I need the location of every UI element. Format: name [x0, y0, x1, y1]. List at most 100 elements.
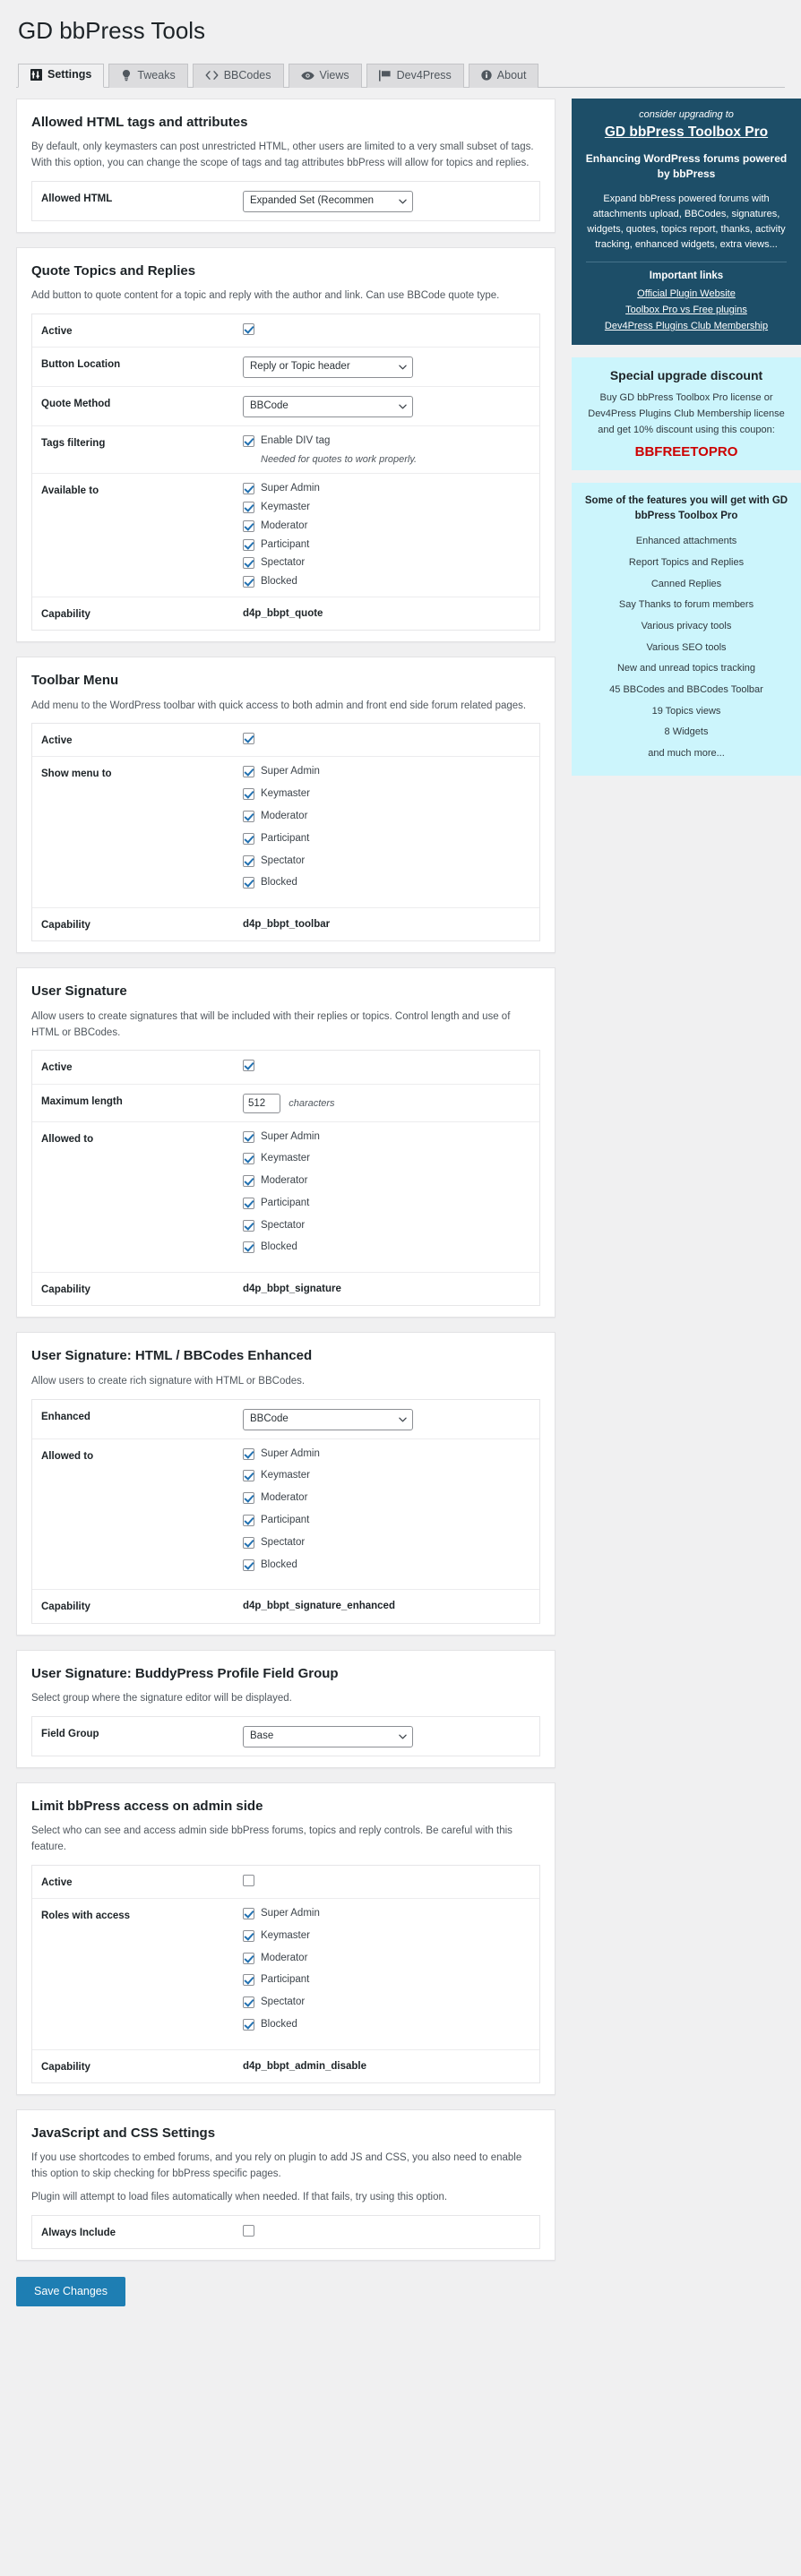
field-label: Capability [41, 2061, 90, 2073]
always-include-checkbox[interactable] [243, 2224, 254, 2237]
enable-div-tag-checkbox[interactable] [243, 435, 254, 448]
limit-active-checkbox[interactable] [243, 1875, 254, 1886]
role-checkbox[interactable] [243, 1974, 254, 1987]
role-option-spectator[interactable]: Spectator [243, 557, 530, 570]
role-option-super-admin[interactable]: Super Admin [243, 766, 530, 778]
promo-link-official-website[interactable]: Official Plugin Website [584, 286, 788, 302]
panel-allowed-html: Allowed HTML tags and attributes By defa… [16, 98, 556, 233]
role-checkbox[interactable] [243, 854, 254, 867]
role-checkbox[interactable] [243, 501, 254, 513]
role-option-keymaster[interactable]: Keymaster [243, 1153, 530, 1165]
role-checkbox[interactable] [243, 1219, 254, 1232]
role-option-keymaster[interactable]: Keymaster [243, 1470, 530, 1482]
role-option-moderator[interactable]: Moderator [243, 811, 530, 823]
role-checkbox[interactable] [243, 1241, 254, 1254]
role-checkbox[interactable] [243, 1908, 254, 1920]
role-option-super-admin[interactable]: Super Admin [243, 1908, 530, 1920]
field-label: Tags filtering [41, 438, 106, 450]
role-checkbox-list: Super Admin Keymaster Moderator Particip… [243, 483, 530, 588]
role-checkbox[interactable] [243, 811, 254, 822]
role-option-blocked[interactable]: Blocked [243, 1558, 530, 1572]
role-option-moderator[interactable]: Moderator [243, 1175, 530, 1188]
role-checkbox[interactable] [243, 1996, 254, 2009]
toolbar-active-checkbox[interactable] [243, 733, 254, 745]
role-option-participant[interactable]: Participant [243, 538, 530, 552]
role-checkbox[interactable] [243, 1952, 254, 1964]
role-option-super-admin[interactable]: Super Admin [243, 1447, 530, 1461]
role-option-blocked[interactable]: Blocked [243, 2019, 530, 2031]
tab-about[interactable]: About [468, 63, 539, 88]
promo-link-pro-vs-free[interactable]: Toolbox Pro vs Free plugins [584, 302, 788, 318]
signature-active-checkbox[interactable] [243, 1060, 254, 1072]
promo-pretitle: consider upgrading to [639, 108, 734, 120]
tab-settings[interactable]: Settings [18, 63, 105, 88]
tab-bbcodes[interactable]: BBCodes [192, 63, 284, 88]
promo-title[interactable]: GD bbPress Toolbox Pro [584, 124, 788, 142]
quote-method-select[interactable]: BBCode [243, 396, 413, 418]
role-option-super-admin[interactable]: Super Admin [243, 1130, 530, 1144]
role-checkbox[interactable] [243, 832, 254, 845]
role-label: Super Admin [261, 1130, 320, 1142]
role-option-super-admin[interactable]: Super Admin [243, 483, 530, 495]
role-option-moderator[interactable]: Moderator [243, 519, 530, 533]
role-checkbox[interactable] [243, 788, 254, 801]
allowed-html-select[interactable]: Expanded Set (Recommen [243, 190, 413, 212]
role-option-participant[interactable]: Participant [243, 1197, 530, 1210]
maximum-length-input[interactable] [243, 1093, 280, 1113]
field-label: Allowed to [41, 1133, 94, 1145]
field-label: Capability [41, 1601, 90, 1613]
role-checkbox[interactable] [243, 1153, 254, 1165]
role-checkbox[interactable] [243, 576, 254, 588]
role-option-blocked[interactable]: Blocked [243, 1241, 530, 1254]
eye-icon [300, 71, 314, 81]
panel-title: Allowed HTML tags and attributes [31, 114, 248, 130]
role-checkbox[interactable] [243, 1536, 254, 1549]
role-checkbox[interactable] [243, 1929, 254, 1942]
role-checkbox[interactable] [243, 877, 254, 889]
role-checkbox[interactable] [243, 1470, 254, 1482]
feature-item: New and unread topics tracking [616, 663, 756, 674]
role-checkbox[interactable] [243, 1447, 254, 1460]
role-option-spectator[interactable]: Spectator [243, 1536, 530, 1550]
save-changes-button[interactable]: Save Changes [16, 2277, 126, 2306]
role-checkbox[interactable] [243, 1130, 254, 1143]
maximum-length-suffix: characters [289, 1097, 335, 1109]
role-option-keymaster[interactable]: Keymaster [243, 788, 530, 801]
quote-active-checkbox[interactable] [243, 323, 254, 336]
tab-dev4press[interactable]: Dev4Press [366, 63, 464, 88]
role-option-keymaster[interactable]: Keymaster [243, 501, 530, 514]
role-checkbox[interactable] [243, 2019, 254, 2031]
role-option-spectator[interactable]: Spectator [243, 1219, 530, 1232]
role-option-moderator[interactable]: Moderator [243, 1952, 530, 1965]
role-label: Keymaster [261, 1929, 310, 1941]
role-checkbox[interactable] [243, 1175, 254, 1188]
role-checkbox[interactable] [243, 766, 254, 778]
role-option-spectator[interactable]: Spectator [243, 1996, 530, 2009]
role-checkbox[interactable] [243, 538, 254, 551]
role-option-moderator[interactable]: Moderator [243, 1492, 530, 1505]
role-checkbox[interactable] [243, 519, 254, 532]
enhanced-select[interactable]: BBCode [243, 1408, 413, 1430]
role-option-blocked[interactable]: Blocked [243, 877, 530, 889]
role-option-blocked[interactable]: Blocked [243, 576, 530, 588]
tab-tweaks[interactable]: Tweaks [108, 63, 188, 88]
role-checkbox[interactable] [243, 483, 254, 495]
role-checkbox[interactable] [243, 1515, 254, 1527]
field-group-select[interactable]: Base [243, 1725, 413, 1747]
field-label: Active [41, 1877, 73, 1888]
role-option-participant[interactable]: Participant [243, 1974, 530, 1987]
role-option-participant[interactable]: Participant [243, 832, 530, 846]
role-checkbox[interactable] [243, 1492, 254, 1505]
role-option-participant[interactable]: Participant [243, 1515, 530, 1527]
role-checkbox[interactable] [243, 557, 254, 570]
role-option-keymaster[interactable]: Keymaster [243, 1929, 530, 1943]
field-tags-filtering: Tags filtering Enable DIV tag Needed for… [32, 426, 539, 475]
tab-views[interactable]: Views [288, 63, 362, 88]
promo-link-club-membership[interactable]: Dev4Press Plugins Club Membership [584, 318, 788, 334]
button-location-select[interactable]: Reply or Topic header [243, 356, 413, 379]
role-checkbox[interactable] [243, 1558, 254, 1571]
tags-filtering-option[interactable]: Enable DIV tag [243, 435, 530, 448]
capability-value: d4p_bbpt_toolbar [243, 919, 331, 931]
role-option-spectator[interactable]: Spectator [243, 854, 530, 868]
role-checkbox[interactable] [243, 1197, 254, 1209]
